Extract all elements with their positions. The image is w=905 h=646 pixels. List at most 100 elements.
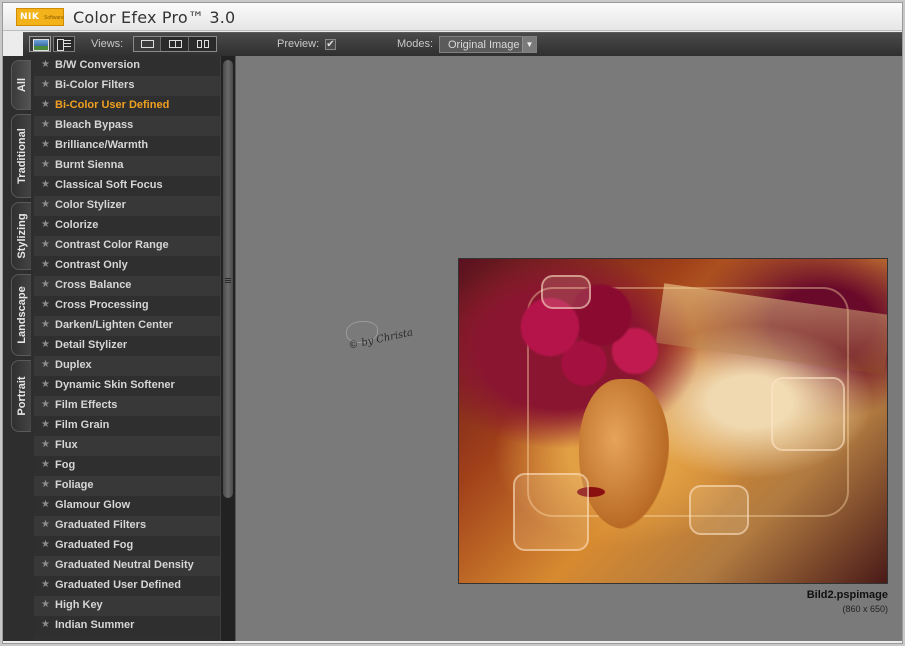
- filter-item-label: Burnt Sienna: [55, 159, 124, 171]
- filter-item[interactable]: ★ Detail Stylizer: [34, 336, 220, 356]
- star-icon[interactable]: ★: [41, 379, 50, 390]
- filter-item[interactable]: ★ Foliage: [34, 476, 220, 496]
- filter-item-label: Color Stylizer: [55, 199, 126, 211]
- filter-item[interactable]: ★ Duplex: [34, 356, 220, 376]
- star-icon[interactable]: ★: [41, 279, 50, 290]
- app-title: Color Efex Pro™ 3.0: [73, 8, 236, 27]
- filter-item-label: Darken/Lighten Center: [55, 319, 173, 331]
- star-icon[interactable]: ★: [41, 519, 50, 530]
- filter-item[interactable]: ★ Bi-Color User Defined: [34, 96, 220, 116]
- image-box-bottom: [689, 485, 749, 535]
- star-icon[interactable]: ★: [41, 59, 50, 70]
- filter-item[interactable]: ★ Colorize: [34, 216, 220, 236]
- filter-item[interactable]: ★ Bleach Bypass: [34, 116, 220, 136]
- star-icon[interactable]: ★: [41, 199, 50, 210]
- filter-item[interactable]: ★ Brilliance/Warmth: [34, 136, 220, 156]
- filter-item[interactable]: ★ Cross Balance: [34, 276, 220, 296]
- filter-item[interactable]: ★ Graduated User Defined: [34, 576, 220, 596]
- star-icon[interactable]: ★: [41, 99, 50, 110]
- star-icon[interactable]: ★: [41, 579, 50, 590]
- star-icon[interactable]: ★: [41, 619, 50, 630]
- filter-item[interactable]: ★ Contrast Only: [34, 256, 220, 276]
- tab-all-label: All: [15, 77, 28, 93]
- preview-label: Preview:: [277, 38, 320, 50]
- filter-item[interactable]: ★ Contrast Color Range: [34, 236, 220, 256]
- filter-item[interactable]: ★ Cross Processing: [34, 296, 220, 316]
- star-icon[interactable]: ★: [41, 139, 50, 150]
- star-icon[interactable]: ★: [41, 239, 50, 250]
- tab-traditional[interactable]: Traditional: [11, 114, 31, 198]
- tab-landscape-label: Landscape: [15, 286, 28, 344]
- nik-logo: NIK Software: [16, 8, 64, 26]
- view-side-by-side-button[interactable]: [190, 37, 217, 51]
- filter-item-label: Dynamic Skin Softener: [55, 379, 175, 391]
- tab-all[interactable]: All: [11, 60, 31, 110]
- filter-list-view-icon[interactable]: [53, 36, 75, 52]
- star-icon[interactable]: ★: [41, 439, 50, 450]
- star-icon[interactable]: ★: [41, 539, 50, 550]
- filter-item[interactable]: ★ Dynamic Skin Softener: [34, 376, 220, 396]
- preview-checkbox[interactable]: ✔: [325, 39, 336, 50]
- filter-item[interactable]: ★ Indian Summer: [34, 616, 220, 636]
- star-icon[interactable]: ★: [41, 599, 50, 610]
- star-icon[interactable]: ★: [41, 119, 50, 130]
- star-icon[interactable]: ★: [41, 359, 50, 370]
- star-icon[interactable]: ★: [41, 259, 50, 270]
- filter-item[interactable]: ★ Fog: [34, 456, 220, 476]
- app-window: NIK Software Color Efex Pro™ 3.0 Views: …: [2, 2, 903, 644]
- logo-text: NIK: [20, 12, 40, 22]
- filter-item-label: Colorize: [55, 219, 99, 231]
- single-image-view-icon[interactable]: [29, 36, 51, 52]
- star-icon[interactable]: ★: [41, 179, 50, 190]
- star-icon[interactable]: ★: [41, 559, 50, 570]
- tab-portrait[interactable]: Portrait: [11, 360, 31, 432]
- filter-item[interactable]: ★ Bi-Color Filters: [34, 76, 220, 96]
- filter-list-scrollbar[interactable]: [220, 56, 235, 641]
- scrollbar-thumb[interactable]: [223, 60, 233, 498]
- filter-item[interactable]: ★ High Key: [34, 596, 220, 616]
- star-icon[interactable]: ★: [41, 419, 50, 430]
- star-icon[interactable]: ★: [41, 479, 50, 490]
- star-icon[interactable]: ★: [41, 459, 50, 470]
- filter-item-label: Bleach Bypass: [55, 119, 134, 131]
- filter-item[interactable]: ★ Graduated Fog: [34, 536, 220, 556]
- tab-stylizing-label: Stylizing: [15, 213, 28, 259]
- filter-item-label: Bi-Color Filters: [55, 79, 135, 91]
- image-box-bottom-left: [513, 473, 589, 551]
- preview-image[interactable]: [458, 258, 888, 584]
- filter-item[interactable]: ★ Classical Soft Focus: [34, 176, 220, 196]
- views-label: Views:: [91, 38, 124, 50]
- filter-item-label: Contrast Color Range: [55, 239, 169, 251]
- filter-item[interactable]: ★ Film Grain: [34, 416, 220, 436]
- view-single-button[interactable]: [134, 37, 161, 51]
- tab-landscape[interactable]: Landscape: [11, 274, 31, 356]
- filter-item[interactable]: ★ Burnt Sienna: [34, 156, 220, 176]
- view-split-button[interactable]: [162, 37, 189, 51]
- filter-item[interactable]: ★ Flux: [34, 436, 220, 456]
- star-icon[interactable]: ★: [41, 219, 50, 230]
- chevron-down-icon[interactable]: ▼: [522, 37, 536, 52]
- views-toggle-group: [133, 36, 217, 52]
- star-icon[interactable]: ★: [41, 319, 50, 330]
- filter-item-label: Classical Soft Focus: [55, 179, 163, 191]
- star-icon[interactable]: ★: [41, 79, 50, 90]
- filter-item-label: Brilliance/Warmth: [55, 139, 149, 151]
- star-icon[interactable]: ★: [41, 499, 50, 510]
- filter-item[interactable]: ★ Graduated Filters: [34, 516, 220, 536]
- tab-stylizing[interactable]: Stylizing: [11, 202, 31, 270]
- filter-item[interactable]: ★ Graduated Neutral Density: [34, 556, 220, 576]
- star-icon[interactable]: ★: [41, 159, 50, 170]
- filter-item[interactable]: ★ Film Effects: [34, 396, 220, 416]
- modes-dropdown[interactable]: Original Image ▼: [439, 36, 537, 53]
- filter-item[interactable]: ★ Color Stylizer: [34, 196, 220, 216]
- filter-item-label: Indian Summer: [55, 619, 135, 631]
- star-icon[interactable]: ★: [41, 339, 50, 350]
- star-icon[interactable]: ★: [41, 299, 50, 310]
- filter-item[interactable]: ★ B/W Conversion: [34, 56, 220, 76]
- star-icon[interactable]: ★: [41, 399, 50, 410]
- filter-list: ★ B/W Conversion ★ Bi-Color Filters ★ Bi-Colo…: [34, 56, 220, 641]
- filter-item-label: Fog: [55, 459, 76, 471]
- filter-item[interactable]: ★ Darken/Lighten Center: [34, 316, 220, 336]
- filter-item-label: B/W Conversion: [55, 59, 140, 71]
- filter-item[interactable]: ★ Glamour Glow: [34, 496, 220, 516]
